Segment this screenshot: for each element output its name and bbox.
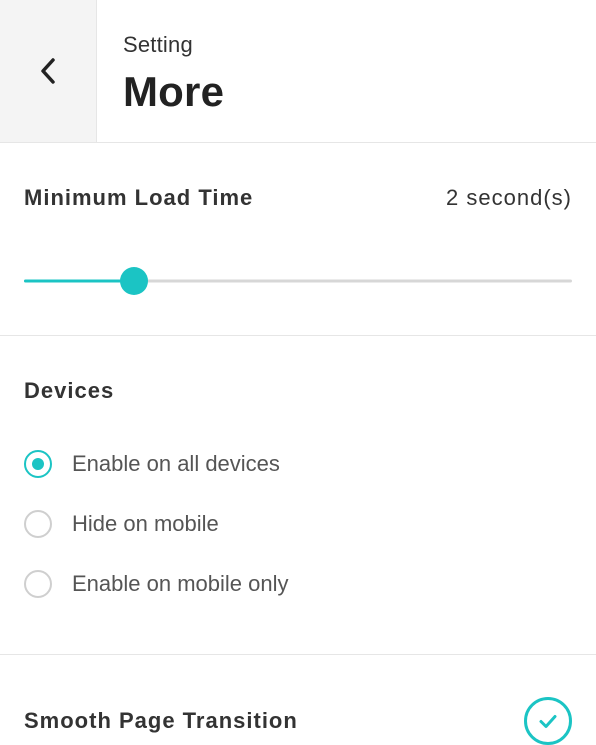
radio-label: Enable on all devices [72,451,280,477]
smooth-transition-row: Smooth Page Transition [0,655,596,745]
slider-fill [24,280,134,283]
radio-label: Enable on mobile only [72,571,288,597]
page-title: More [123,68,224,116]
devices-section: Devices Enable on all devices Hide on mo… [0,336,596,655]
device-option-mobile-only[interactable]: Enable on mobile only [24,554,572,614]
devices-title: Devices [24,378,572,404]
radio-label: Hide on mobile [72,511,219,537]
smooth-transition-label: Smooth Page Transition [24,708,298,734]
slider-thumb[interactable] [120,267,148,295]
device-option-hide-mobile[interactable]: Hide on mobile [24,494,572,554]
chevron-left-icon [40,58,56,84]
loadtime-label: Minimum Load Time [24,185,253,211]
device-option-all[interactable]: Enable on all devices [24,434,572,494]
radio-icon [24,570,52,598]
smooth-transition-toggle[interactable] [524,697,572,745]
loadtime-section: Minimum Load Time 2 second(s) [0,143,596,336]
breadcrumb: Setting [123,32,224,58]
loadtime-slider[interactable] [24,267,572,295]
back-button[interactable] [0,0,97,142]
loadtime-row: Minimum Load Time 2 second(s) [24,185,572,211]
radio-icon [24,450,52,478]
check-icon [536,709,560,733]
titles: Setting More [97,0,224,142]
loadtime-value: 2 second(s) [446,185,572,211]
header: Setting More [0,0,596,143]
radio-icon [24,510,52,538]
